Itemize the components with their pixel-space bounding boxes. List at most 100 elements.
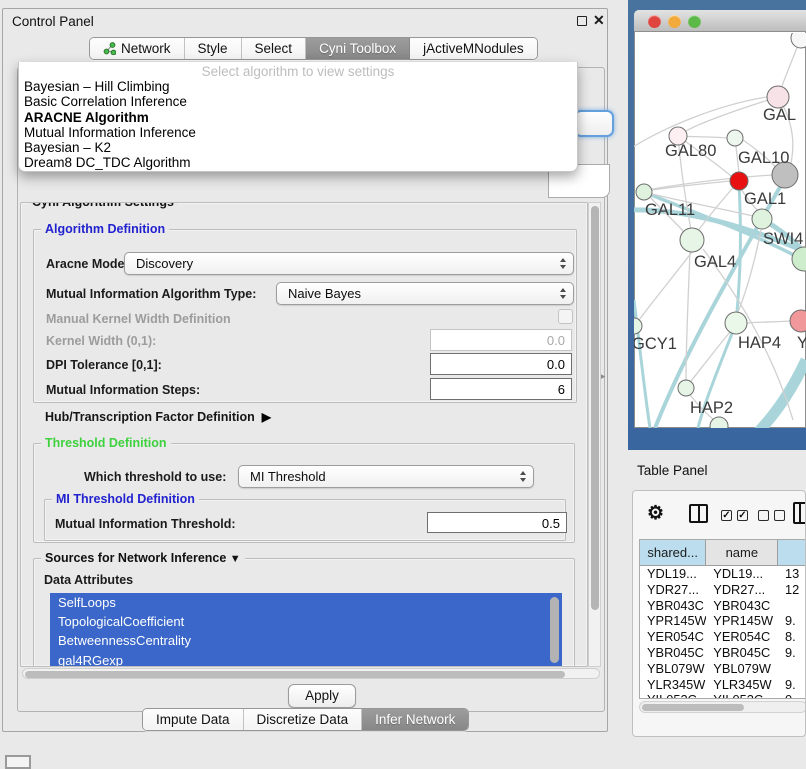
tab-discretize-data[interactable]: Discretize Data [244, 709, 363, 730]
dpi-tolerance-label: DPI Tolerance [0,1]: [46, 358, 162, 372]
network-node[interactable] [767, 86, 789, 108]
column-view-icon[interactable] [689, 504, 708, 523]
which-threshold-select[interactable]: MI Threshold [238, 465, 534, 488]
gear-icon[interactable]: ⚙ [647, 502, 664, 525]
node-table: shared...name YDL19...YDL19...13YDR27...… [639, 539, 806, 699]
close-traffic-light-icon[interactable] [648, 15, 661, 28]
network-node[interactable] [680, 228, 704, 252]
table-header: shared...name [640, 540, 806, 566]
tab-label: Network [121, 41, 171, 56]
table-row[interactable]: YBL079WYBL079W [640, 661, 806, 677]
aracne-mode-select[interactable]: Discovery [124, 252, 574, 275]
network-node[interactable] [725, 312, 747, 334]
table-horizontal-scrollbar[interactable] [639, 701, 806, 713]
table-cell [778, 598, 806, 614]
table-row[interactable]: YBR045CYBR045C9. [640, 645, 806, 661]
network-edge[interactable] [686, 252, 690, 380]
attribute-list-item[interactable]: gal4RGexp [50, 651, 562, 667]
column-header[interactable]: shared... [640, 540, 706, 565]
node-label: GAL1 [744, 190, 786, 208]
unchecked-checkbox-icon[interactable] [774, 510, 785, 521]
network-node[interactable] [730, 172, 748, 190]
attribute-list-item[interactable]: BetweennessCentrality [50, 631, 562, 650]
table-row[interactable]: YPR145WYPR145W9. [640, 613, 806, 629]
table-row[interactable]: YBR043CYBR043C [640, 598, 806, 614]
table-row[interactable]: YDR27...YDR27...12 [640, 582, 806, 598]
network-edge[interactable] [738, 360, 806, 428]
checked-checkbox-icon[interactable]: ✓ [721, 510, 732, 521]
mi-type-select[interactable]: Naive Bayes [276, 282, 574, 305]
dropdown-item[interactable]: ARACNE Algorithm [19, 110, 577, 125]
hub-definition-expander[interactable]: Hub/Transcription Factor Definition▶ [45, 410, 271, 424]
tab-label: Discretize Data [257, 712, 349, 727]
tab-label: Infer Network [375, 712, 455, 727]
kernel-width-label: Kernel Width (0,1): [46, 334, 156, 348]
checked-checkbox-icon[interactable]: ✓ [737, 510, 748, 521]
close-icon[interactable]: ✕ [593, 12, 605, 29]
column-header[interactable] [778, 540, 806, 565]
network-node[interactable] [634, 318, 642, 334]
node-label: HAP4 [738, 334, 781, 352]
manual-kernel-checkbox[interactable] [558, 309, 573, 324]
network-node[interactable] [752, 209, 772, 229]
settings-horizontal-scrollbar[interactable] [22, 668, 600, 679]
corner-widget[interactable] [5, 755, 31, 769]
column-header[interactable]: name [706, 540, 778, 565]
expander-right-arrow-icon: ▶ [262, 410, 271, 424]
splitter-handle[interactable]: ▸ [601, 371, 606, 382]
table-row[interactable]: YIL052CYIL052C0. [640, 692, 806, 699]
mi-steps-label: Mutual Information Steps: [46, 383, 200, 397]
settings-group-title: Cyni Algorithm Settings [28, 202, 178, 209]
data-attributes-list[interactable]: SelfLoopsTopologicalCoefficientBetweenne… [50, 593, 562, 667]
table-row[interactable]: YDL19...YDL19...13 [640, 566, 806, 582]
network-node[interactable] [792, 247, 806, 271]
table-row[interactable]: YER054CYER054C8. [640, 629, 806, 645]
attribute-list-item[interactable]: TopologicalCoefficient [50, 612, 562, 631]
sources-group-title[interactable]: Sources for Network Inference ▼ [41, 551, 245, 565]
tab-select[interactable]: Select [242, 38, 307, 59]
minimize-traffic-light-icon[interactable] [668, 15, 681, 28]
attribute-list-item[interactable]: SelfLoops [50, 593, 562, 612]
tab-cyni-toolbox[interactable]: Cyni Toolbox [306, 38, 410, 59]
mi-steps-field[interactable]: 6 [430, 378, 572, 400]
network-node[interactable] [791, 33, 806, 48]
dropdown-item[interactable]: Basic Correlation Inference [19, 94, 577, 109]
table-cell: YLR345W [640, 677, 706, 693]
kernel-width-field[interactable]: 0.0 [430, 329, 572, 351]
tab-style[interactable]: Style [185, 38, 242, 59]
table-cell: YBR043C [706, 598, 778, 614]
dropdown-item[interactable]: Mutual Information Inference [19, 125, 577, 140]
dpi-tolerance-field[interactable]: 0.0 [430, 353, 572, 375]
network-edge[interactable] [652, 175, 772, 189]
tab-network[interactable]: Network [90, 38, 185, 59]
zoom-traffic-light-icon[interactable] [688, 15, 701, 28]
network-node[interactable] [790, 310, 806, 332]
unchecked-checkbox-icon[interactable] [758, 510, 769, 521]
dropdown-item[interactable]: Bayesian – K2 [19, 140, 577, 155]
node-label: GAL4 [694, 253, 736, 271]
node-label: GAL [763, 106, 796, 124]
table-cell: 9. [778, 645, 806, 661]
table-row[interactable]: YLR345WYLR345W9. [640, 677, 806, 693]
tab-label: Impute Data [156, 712, 230, 727]
dropdown-item[interactable]: Dream8 DC_TDC Algorithm [19, 155, 577, 170]
attributes-scrollbar[interactable] [550, 597, 559, 663]
network-node[interactable] [678, 380, 694, 396]
dropdown-item[interactable]: Bayesian – Hill Climbing [19, 79, 577, 94]
mi-threshold-field[interactable]: 0.5 [427, 512, 567, 533]
network-edge[interactable] [747, 321, 790, 323]
settings-vertical-scrollbar[interactable] [588, 202, 601, 667]
tab-infer-network[interactable]: Infer Network [362, 709, 468, 730]
table-mode-icon[interactable] [793, 502, 806, 524]
algorithm-definition-title: Algorithm Definition [41, 222, 169, 236]
network-node[interactable] [727, 130, 743, 146]
network-edge[interactable] [652, 181, 730, 190]
apply-button[interactable]: Apply [288, 684, 356, 708]
tab-jactivemnodules[interactable]: jActiveMNodules [410, 38, 537, 59]
table-cell: YDR27... [706, 582, 778, 598]
network-canvas[interactable]: GALGAL80GAL10GAL1GAL11SWI4GAL4GCY1HAP4YH… [634, 33, 806, 428]
tab-impute-data[interactable]: Impute Data [143, 709, 244, 730]
network-edge[interactable] [639, 252, 692, 320]
network-node[interactable] [636, 184, 652, 200]
float-window-icon[interactable] [577, 16, 587, 26]
